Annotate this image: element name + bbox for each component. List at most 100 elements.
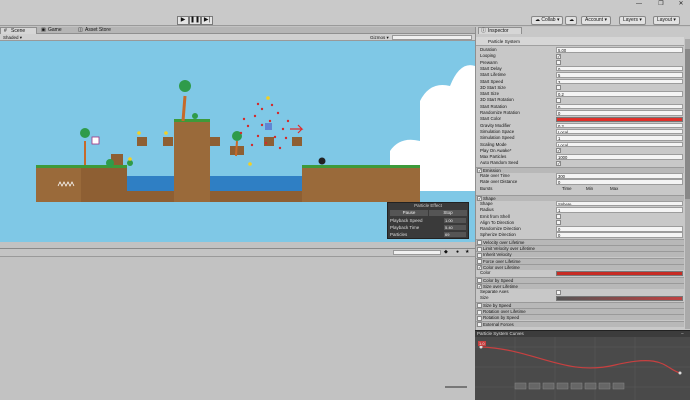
layers-dropdown[interactable]: Layers ▾ [619, 16, 646, 25]
field-label: Start Rotation [480, 103, 507, 109]
player-sprite [91, 136, 100, 145]
randomize-direction-row-value[interactable]: 0 [556, 226, 683, 232]
star-icon[interactable]: ★ [465, 249, 469, 256]
field-label: 3D Start Rotation [480, 97, 514, 103]
prewarm-row-checkbox[interactable] [556, 60, 561, 66]
account-dropdown[interactable]: Account ▾ [581, 16, 611, 25]
align-to-direction-row: Align To Direction [476, 220, 684, 226]
close-icon[interactable]: ✕ [674, 0, 688, 8]
start-speed-row-value[interactable]: 3 [556, 78, 683, 84]
minimize-icon[interactable]: — [632, 0, 646, 8]
module-color-over-lifetime[interactable]: ✓ Color over Lifetime [476, 263, 684, 271]
hierarchy-search-input[interactable] [392, 35, 472, 40]
enemy-sprite [318, 157, 326, 165]
pause-button[interactable]: ❚❚ [189, 16, 201, 25]
cloud-shape [420, 65, 475, 191]
simulation-space-row-value[interactable]: Local [556, 128, 683, 135]
shape-row-value[interactable]: Sphere [556, 200, 683, 207]
tag-icon[interactable]: ● [456, 249, 459, 256]
color-row-color-swatch[interactable] [556, 270, 683, 276]
step-button[interactable]: ▶| [201, 16, 213, 25]
module-size-over-lifetime[interactable]: ✓ Size over Lifetime [476, 282, 684, 290]
prewarm-row: Prewarm [476, 60, 684, 66]
start-delay-row-value[interactable]: 0 [556, 65, 683, 72]
field-label: Separate Axes [480, 289, 509, 295]
module-force-over-lifetime[interactable]: Force over Lifetime [476, 257, 684, 265]
playback-speed-row: Playback Speed 1.00 [390, 218, 468, 224]
rate-over-distance-row-value[interactable]: 0 [556, 179, 683, 185]
bursts-column-header: Time [562, 185, 572, 191]
auto-random-seed-row-checkbox[interactable]: ✓ [556, 160, 561, 166]
rate-over-distance-row: Rate over Distance 0 [476, 179, 684, 185]
separate-axes-row-checkbox[interactable] [556, 289, 561, 295]
pause-button[interactable]: Pause [390, 210, 428, 216]
scaling-mode-row-value[interactable]: Local [556, 141, 683, 147]
emit-from-shell-row-checkbox[interactable] [556, 214, 561, 219]
module-limit-velocity-over-lifetime[interactable]: Limit Velocity over Lifetime [476, 245, 684, 252]
scene-tabs: # Scene ▣ Game ◫ Asset Store [0, 27, 475, 34]
tab-scene[interactable]: # Scene [0, 27, 37, 34]
play-icon: ▶ [180, 17, 186, 23]
tab-inspector[interactable]: ⓘ Inspector [478, 27, 522, 34]
field-label: Auto Random Seed [480, 160, 519, 166]
module-inherit-velocity[interactable]: Inherit Velocity [476, 251, 684, 258]
gravity-modifier-row-value[interactable]: 0.2 [556, 122, 683, 129]
scrollbar-thumb[interactable] [685, 49, 690, 199]
play-button[interactable]: ▶ [177, 16, 189, 25]
module-size-by-speed[interactable]: Size by Speed [476, 301, 684, 309]
spherize-direction-row-value[interactable]: 0 [556, 232, 683, 238]
tab-asset-store[interactable]: ◫ Asset Store [75, 27, 125, 34]
curves-canvas[interactable] [475, 337, 690, 400]
tab-game[interactable]: ▣ Game [38, 27, 74, 34]
transform-arrow-x [290, 124, 304, 134]
start-size-row-value[interactable]: 0.2 [556, 91, 683, 97]
rate-over-time-row-value[interactable]: 300 [556, 173, 683, 179]
playback-speed-value[interactable]: 1.00 [444, 218, 466, 223]
start-rotation-row-value[interactable]: 0 [556, 103, 683, 110]
module-external-forces[interactable]: External Forces [476, 320, 684, 328]
collab-button[interactable]: ☁ Collab ▾ [531, 16, 564, 25]
field-label: Simulation Speed [480, 135, 515, 141]
simulation-speed-row-value[interactable]: 1 [556, 135, 683, 141]
playback-time-value[interactable]: 5.40 [444, 225, 466, 230]
collab-label: Collab [541, 17, 556, 23]
shading-dropdown[interactable]: Shaded ▾ [3, 34, 22, 41]
module-rotation-over-lifetime[interactable]: Rotation over Lifetime [476, 308, 684, 315]
services-button[interactable]: ☁ [565, 16, 577, 25]
particle-curves-panel: Particle System Curves − 1.0 [475, 330, 690, 400]
lock-icon[interactable]: ◆ [444, 249, 448, 256]
3d-start-size-row-checkbox[interactable] [556, 85, 561, 91]
start-lifetime-row-value[interactable]: 5 [556, 72, 683, 78]
stop-button[interactable]: Stop [429, 210, 467, 216]
align-to-direction-row-checkbox[interactable] [556, 220, 561, 226]
radius-row-value[interactable]: 1 [556, 207, 683, 213]
module-toggle[interactable] [477, 322, 482, 328]
particle-effect-title: Particle Effect [414, 203, 442, 208]
pause-icon: ❚❚ [190, 17, 201, 23]
tower-block [174, 121, 210, 202]
auto-random-seed-row: Auto Random Seed ✓ [476, 160, 684, 166]
module-velocity-over-lifetime[interactable]: Velocity over Lifetime [476, 238, 684, 246]
3d-start-rotation-row-checkbox[interactable] [556, 97, 561, 103]
component-header[interactable]: Particle System [476, 37, 684, 46]
gizmos-dropdown[interactable]: Gizmos ▾ [370, 34, 389, 41]
randomize-rotation-row-value[interactable]: 0 [556, 110, 683, 116]
size-curve-preview[interactable] [556, 295, 683, 301]
maximize-icon[interactable]: ❐ [654, 0, 668, 8]
start-color-row: Start Color [476, 116, 684, 122]
play-on-awake-row-checkbox[interactable]: ✓ [556, 148, 561, 154]
module-shape[interactable]: ✓ Shape [476, 194, 684, 202]
module-rotation-by-speed[interactable]: Rotation by Speed [476, 314, 684, 321]
start-color-row-color-swatch[interactable] [556, 116, 683, 122]
scaling-mode-row: Scaling Mode Local [476, 141, 684, 148]
inspector-scrollbar[interactable] [685, 39, 690, 329]
playback-time-row: Playback Time 5.40 [390, 225, 468, 231]
search-input[interactable] [393, 250, 441, 255]
duration-row-value[interactable]: 5.00 [556, 47, 683, 53]
layout-dropdown[interactable]: Layout ▾ [653, 16, 680, 25]
module-color-by-speed[interactable]: Color by Speed [476, 276, 684, 283]
zoom-slider[interactable] [445, 386, 467, 388]
module-emission[interactable]: ✓ Emission [476, 166, 684, 174]
max-particles-row-value[interactable]: 1000 [556, 154, 683, 160]
looping-row-checkbox[interactable]: ✓ [556, 53, 561, 59]
